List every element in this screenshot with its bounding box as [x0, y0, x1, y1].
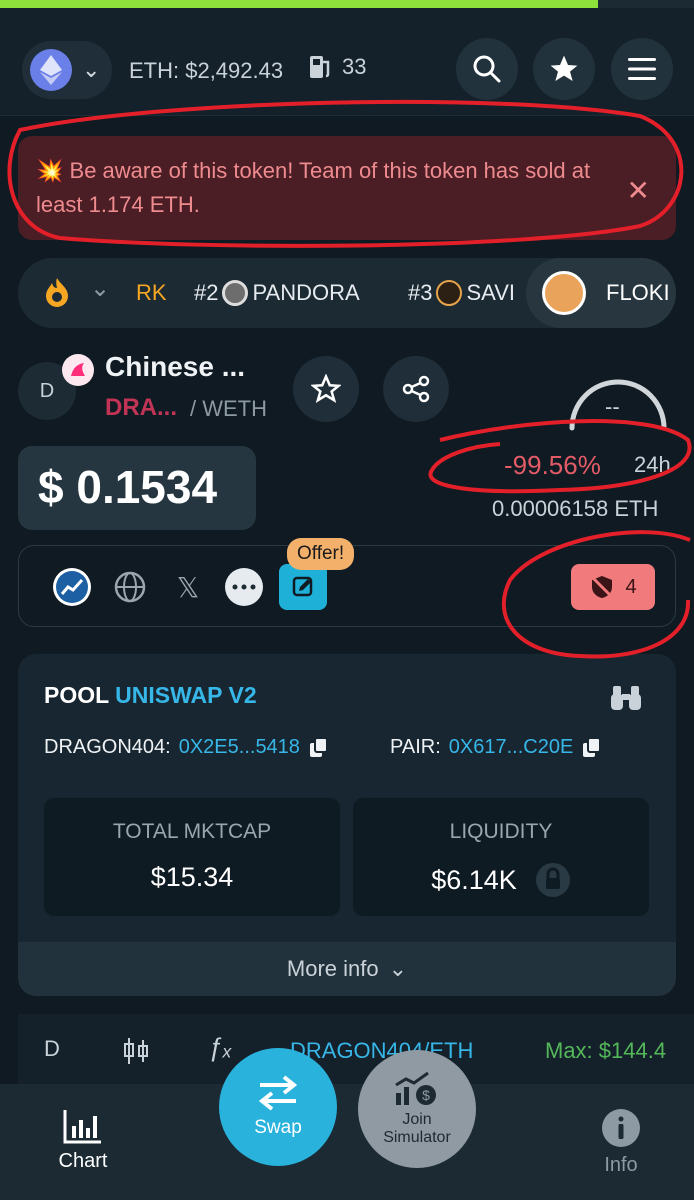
token-symbol: DRA...: [105, 394, 177, 421]
menu-button[interactable]: [611, 38, 673, 100]
ethereum-icon: [30, 49, 72, 91]
swap-button[interactable]: Swap: [219, 1048, 337, 1166]
globe-icon[interactable]: [111, 568, 149, 606]
app-header: ⌄ ETH: $2,492.43 33: [0, 8, 694, 116]
eth-price: ETH: $2,492.43: [129, 58, 284, 83]
pair-address: PAIR: 0X617...C20E: [390, 736, 603, 759]
edit-info-button[interactable]: [279, 564, 327, 610]
favorite-token-button[interactable]: [293, 356, 359, 422]
mktcap-value: $15.34: [150, 862, 234, 892]
explosion-icon: 💥: [36, 158, 64, 183]
gas-pump-icon: [310, 56, 330, 78]
close-icon[interactable]: ✕: [627, 174, 650, 207]
token-address-value[interactable]: 0X2E5...5418: [179, 736, 300, 759]
lock-icon: [535, 863, 570, 897]
token-pair: / WETH: [190, 396, 267, 421]
alert-text: Be aware of this token! Team of this tok…: [36, 158, 591, 217]
chain-selector[interactable]: ⌄: [22, 41, 112, 99]
trending-item[interactable]: RK: [136, 280, 167, 306]
more-info-button[interactable]: More info ⌄: [18, 942, 676, 996]
edit-icon: [292, 576, 313, 597]
hamburger-menu-icon: [628, 58, 656, 80]
liquidity-stat: LIQUIDITY $6.14K: [353, 798, 649, 916]
chevron-down-icon[interactable]: ⌄: [90, 274, 110, 303]
star-icon: [550, 55, 578, 81]
token-name: Chinese ...: [105, 351, 246, 382]
trending-item[interactable]: FLOKI: [526, 258, 676, 328]
chart-dollar-icon: $: [395, 1071, 436, 1105]
indicators-icon[interactable]: ƒₓ: [208, 1032, 232, 1063]
chart-link-icon[interactable]: [53, 568, 91, 606]
gas-indicator: 33: [308, 54, 366, 80]
x-twitter-icon[interactable]: 𝕏: [169, 568, 207, 606]
audit-count: 4: [625, 575, 637, 598]
token-price: $ 0.1534: [38, 461, 218, 513]
status-strip-tab: [598, 0, 694, 8]
search-button[interactable]: [456, 38, 518, 100]
floki-logo: [542, 271, 586, 315]
gas-value: 33: [342, 54, 367, 79]
trending-bar: ⌄ RK #2 PANDORA #3 SAVI FLOKI: [18, 258, 676, 328]
chart-max-value: Max: $144.4: [545, 1038, 667, 1063]
price-display: $ 0.1534: [18, 446, 256, 530]
liquidity-label: LIQUIDITY: [449, 820, 553, 843]
trending-item[interactable]: #3 SAVI: [408, 280, 515, 306]
shield-off-icon: [591, 575, 614, 599]
uniswap-badge-icon: [62, 354, 94, 386]
chevron-down-icon: ⌄: [82, 57, 101, 82]
token-logo: [436, 280, 463, 306]
eth-value: 0.00006158 ETH: [492, 496, 659, 521]
price-change: -99.56%: [504, 450, 601, 480]
mktcap-label: TOTAL MKTCAP: [112, 820, 272, 843]
alert-message: 💥 Be aware of this token! Team of this t…: [36, 154, 626, 222]
pair-address-value[interactable]: 0X617...C20E: [449, 736, 574, 759]
pool-card: POOL UNISWAP V2 DRAGON404: 0X2E5...5418 …: [18, 654, 676, 996]
token-links-bar: 𝕏 Offer! 4: [18, 538, 676, 627]
share-icon: [402, 375, 430, 403]
more-icon[interactable]: [225, 568, 263, 606]
offer-badge[interactable]: Offer!: [287, 538, 355, 570]
trending-item[interactable]: #2 PANDORA: [194, 280, 360, 306]
liquidity-value: $6.14K: [431, 864, 517, 895]
share-button[interactable]: [383, 356, 449, 422]
nav-info[interactable]: Info: [590, 1108, 652, 1177]
copy-icon[interactable]: [581, 736, 603, 759]
swap-arrows-icon: [258, 1075, 298, 1111]
warning-alert: 💥 Be aware of this token! Team of this t…: [18, 136, 676, 240]
bottom-nav: Chart Info: [0, 1084, 694, 1200]
score-value: --: [605, 394, 620, 419]
interval-selector[interactable]: D: [44, 1036, 60, 1062]
copy-icon[interactable]: [308, 736, 330, 759]
mktcap-stat: TOTAL MKTCAP $15.34: [44, 798, 340, 916]
token-address: DRAGON404: 0X2E5...5418: [44, 736, 330, 759]
nav-chart[interactable]: Chart: [52, 1108, 114, 1173]
svg-text:$: $: [422, 1087, 430, 1103]
audit-issues-badge[interactable]: 4: [571, 564, 655, 610]
dex-name: UNISWAP V2: [115, 682, 257, 708]
join-simulator-button[interactable]: $ Join Simulator: [358, 1050, 476, 1168]
change-period: 24h: [634, 452, 671, 477]
token-logo: [222, 280, 249, 306]
candlestick-icon[interactable]: [122, 1036, 150, 1066]
star-outline-icon: [311, 374, 341, 404]
pool-title: POOL UNISWAP V2: [44, 682, 257, 708]
favorites-button[interactable]: [533, 38, 595, 100]
top-status-strip: [0, 0, 694, 8]
fire-icon: [44, 277, 70, 312]
chevron-down-icon: ⌄: [388, 956, 408, 981]
binoculars-icon[interactable]: [610, 684, 642, 717]
search-icon: [473, 55, 501, 83]
info-icon: [602, 1109, 640, 1147]
bar-chart-icon: [63, 1110, 101, 1144]
chart-toolbar: D ƒₓ DRAGON404/ETH Max: $144.4: [18, 1014, 694, 1084]
